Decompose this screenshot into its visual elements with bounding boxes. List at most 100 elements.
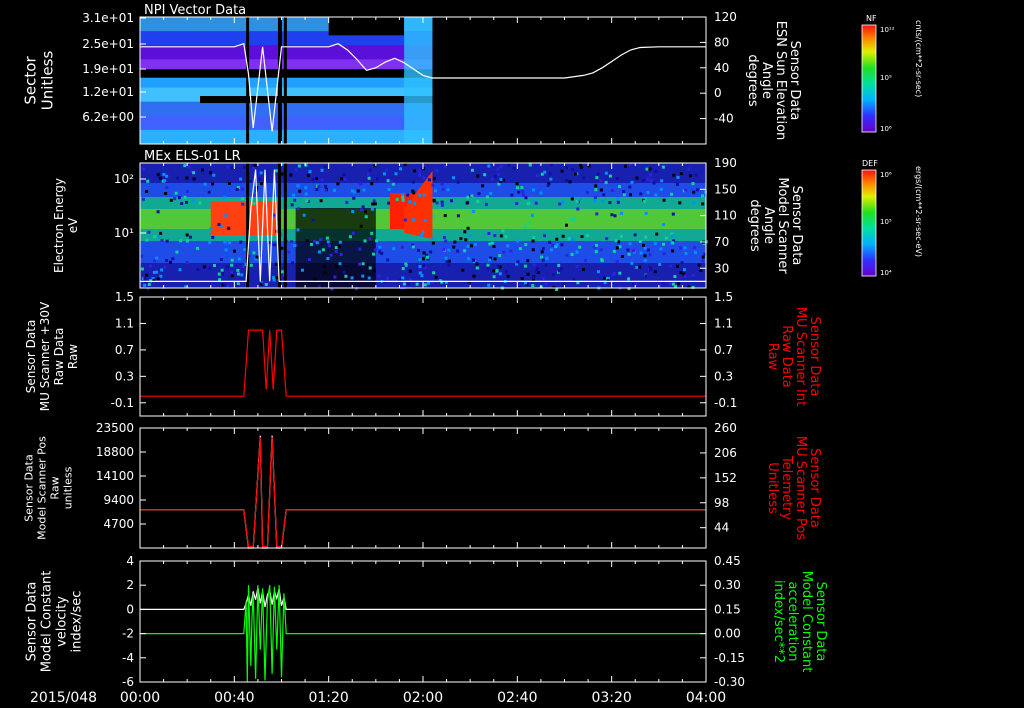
colorbar-def-label: DEF	[862, 159, 878, 168]
els-speck	[364, 210, 368, 214]
els-speck	[338, 240, 342, 244]
els-speck	[580, 235, 584, 238]
els-speck	[628, 163, 632, 167]
els-speck	[506, 274, 510, 278]
els-speck	[155, 256, 159, 260]
els-speck	[359, 224, 363, 228]
els-speck	[470, 244, 473, 248]
els-speck	[490, 241, 494, 245]
els-speck	[575, 200, 579, 204]
els-speck	[352, 190, 356, 194]
els-speck	[572, 278, 576, 282]
els-speck	[156, 210, 160, 214]
els-speck	[345, 200, 349, 204]
els-speck	[498, 272, 502, 276]
els-speck	[485, 195, 489, 199]
els-speck	[671, 234, 675, 238]
els-speck	[648, 167, 652, 171]
p2-right-tick-label: 150	[714, 182, 737, 196]
els-speck	[659, 187, 663, 191]
p5-right-tick-label: 0.15	[714, 602, 741, 616]
els-speck	[489, 191, 493, 195]
els-speck	[400, 245, 404, 249]
els-speck	[645, 167, 649, 171]
els-speck	[532, 275, 536, 279]
els-speck	[524, 196, 528, 200]
series-model-constant-acceleration	[140, 585, 706, 683]
els-speck	[610, 213, 614, 217]
els-speck	[192, 177, 196, 181]
els-speck	[339, 253, 343, 256]
els-speck	[599, 188, 603, 192]
els-speck	[243, 248, 247, 252]
els-speck	[461, 268, 465, 272]
y2label-line: Raw Data	[779, 325, 794, 388]
els-speck	[291, 261, 294, 265]
els-speck	[185, 239, 189, 243]
els-speck	[176, 176, 179, 180]
els-speck	[235, 188, 239, 191]
y2label-line: Sensor Data	[807, 448, 822, 528]
els-speck	[561, 200, 565, 204]
els-speck	[386, 276, 390, 280]
p2-right-tick-label: 110	[714, 209, 737, 223]
els-speck	[565, 223, 568, 227]
els-speck	[408, 200, 412, 204]
els-speck	[502, 250, 506, 254]
els-speck	[147, 283, 151, 286]
els-speck	[549, 177, 553, 181]
els-speck	[242, 165, 246, 169]
els-speck	[531, 284, 535, 287]
p2-right-tick-label: 190	[714, 156, 737, 170]
els-speck	[344, 274, 348, 278]
els-speck	[447, 263, 451, 267]
els-speck	[654, 169, 658, 173]
els-speck	[358, 262, 362, 266]
y2label-line: Unitless	[765, 462, 780, 514]
els-speck	[250, 163, 254, 167]
els-speck	[539, 191, 543, 195]
els-speck	[237, 257, 241, 261]
els-speck	[528, 163, 532, 167]
els-speck	[364, 215, 368, 219]
els-speck	[290, 240, 294, 244]
els-speck	[532, 263, 536, 267]
els-speck	[604, 181, 608, 185]
els-speck	[372, 252, 375, 256]
series-model-constant-velocity	[140, 587, 706, 611]
els-speck	[544, 263, 548, 267]
els-speck	[441, 187, 445, 191]
els-speck	[160, 239, 164, 242]
els-speck	[249, 263, 253, 267]
els-speck	[178, 268, 182, 272]
els-speck	[141, 197, 145, 201]
date-label: 2015/048	[30, 690, 97, 706]
els-speck	[196, 268, 200, 271]
els-speck	[531, 239, 535, 243]
els-speck	[317, 284, 321, 288]
p5-right-tick-label: 0.30	[714, 578, 741, 592]
els-speck	[432, 215, 436, 219]
els-speck	[545, 256, 549, 260]
els-speck	[342, 172, 346, 176]
els-speck	[406, 193, 410, 197]
els-speck	[456, 249, 460, 253]
colorbar-def-tick-top: 10⁶	[880, 171, 892, 179]
els-speck	[413, 169, 417, 173]
els-speck	[648, 253, 652, 257]
panel-3-ylabel: Sensor Data MU Scanner +30V Raw Data Raw	[24, 301, 80, 411]
els-speck	[434, 189, 437, 193]
els-speck	[255, 255, 259, 259]
els-speck	[560, 243, 564, 247]
els-speck	[468, 234, 472, 238]
els-speck	[692, 190, 696, 194]
els-speck	[404, 262, 408, 266]
els-speck	[259, 182, 263, 186]
els-speck	[185, 261, 189, 264]
els-speck	[420, 233, 424, 237]
p1-left-tick-label: 3.1e+01	[82, 11, 134, 25]
els-speck	[481, 184, 485, 188]
ylabel-line: Model Scanner Pos	[36, 436, 49, 540]
els-speck	[515, 182, 519, 186]
els-speck	[156, 173, 160, 177]
